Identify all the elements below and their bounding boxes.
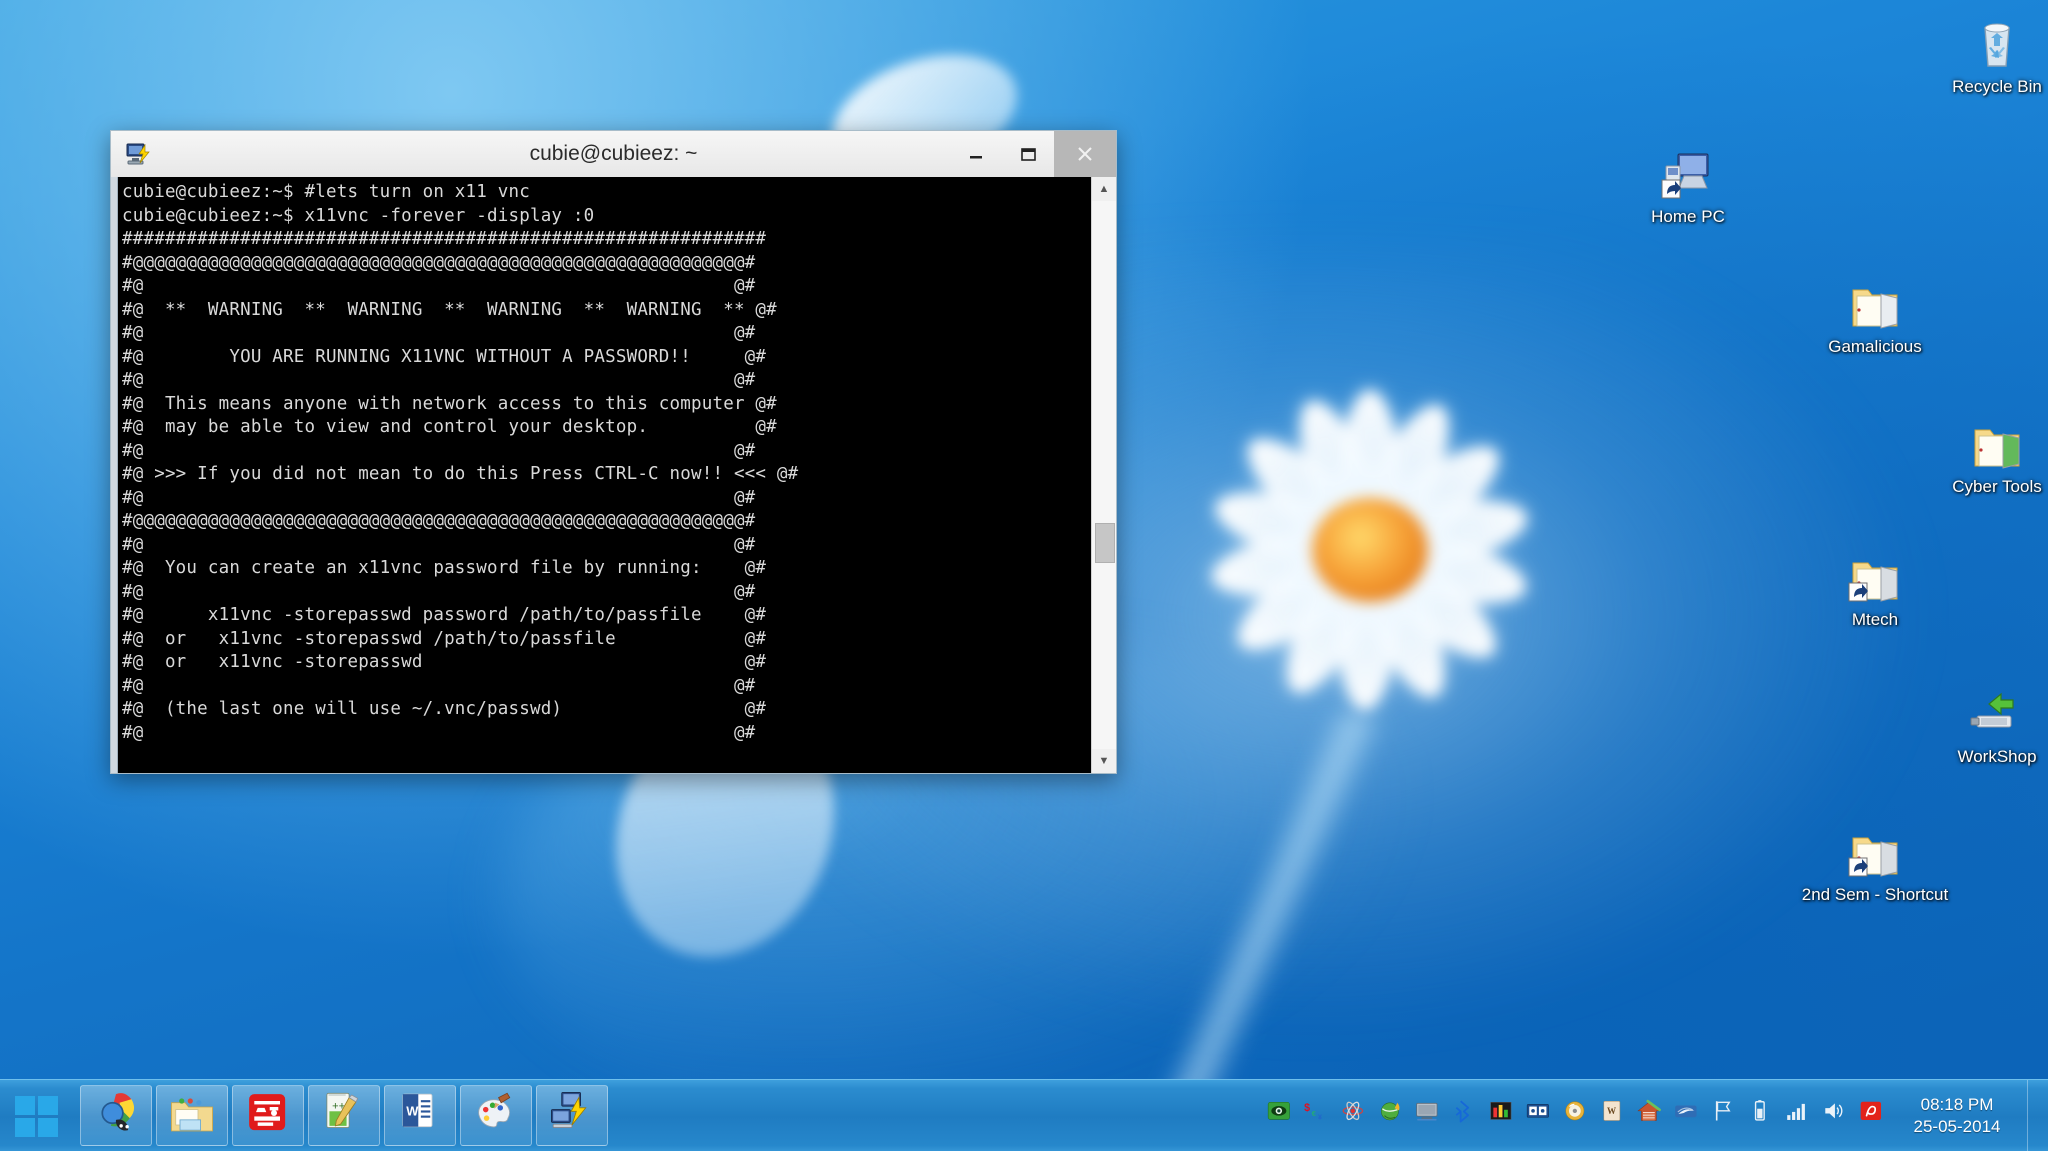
tray-icon-bluetooth[interactable] (1447, 1080, 1484, 1151)
desktop-icon-gamalicious[interactable]: Gamalicious (1800, 270, 1950, 356)
desktop-icon-label: 2nd Sem - Shortcut (1801, 885, 1949, 904)
system-tray: $ € ¥ W 08:18 PM 25-05-2014 (1262, 1080, 2048, 1151)
svg-text:$: $ (1304, 1102, 1310, 1114)
notepad-plus-plus-icon: ++ (320, 1089, 368, 1142)
taskbar[interactable]: ++ W $ € ¥ W 08:18 PM 25-05-2014 (0, 1079, 2048, 1151)
taskbar-item-paint[interactable] (460, 1085, 532, 1146)
tray-icon-mouse[interactable] (1669, 1080, 1706, 1151)
desktop-icon-mtech[interactable]: Mtech (1800, 543, 1950, 629)
terminal-window[interactable]: cubie@cubieez: ~ cubie@cubieez:~$ #lets … (110, 130, 1117, 774)
taskbar-item-word[interactable]: W (384, 1085, 456, 1146)
taskbar-clock[interactable]: 08:18 PM 25-05-2014 (1891, 1094, 2027, 1138)
taskbar-item-winrar[interactable] (232, 1085, 304, 1146)
terminal-titlebar[interactable]: cubie@cubieez: ~ (111, 131, 1116, 178)
show-desktop-button[interactable] (2027, 1080, 2042, 1151)
file-explorer-icon (168, 1089, 216, 1142)
tray-icon-eye[interactable] (1262, 1080, 1299, 1151)
tray-icon-house[interactable] (1632, 1080, 1669, 1151)
bluetooth-icon (1451, 1098, 1481, 1133)
volume-icon (1821, 1098, 1851, 1133)
folder-open-icon (1800, 270, 1950, 332)
avira-antivirus-icon (1858, 1098, 1888, 1133)
desktop-icon-label: Home PC (1651, 207, 1725, 226)
window-controls (950, 131, 1116, 177)
currency-icon: $ € ¥ (1303, 1098, 1333, 1133)
desktop-icon-label: Gamalicious (1828, 337, 1922, 356)
terminal-body[interactable]: cubie@cubieez:~$ #lets turn on x11 vnc c… (111, 177, 1116, 773)
desktop-icon-cyber-tools[interactable]: Cyber Tools (1922, 410, 2048, 496)
svg-text:€: € (1311, 1109, 1316, 1118)
desktop-icon-home-pc[interactable]: Home PC (1613, 140, 1763, 226)
svg-text:¥: ¥ (1318, 1114, 1322, 1121)
atom-icon (1340, 1098, 1370, 1133)
ms-word-icon: W (396, 1089, 444, 1142)
tray-icon-chart[interactable] (1484, 1080, 1521, 1151)
terminal-output[interactable]: cubie@cubieez:~$ #lets turn on x11 vnc c… (118, 177, 1091, 773)
start-button[interactable] (0, 1080, 74, 1151)
tray-icon-signal[interactable] (1780, 1080, 1817, 1151)
desktop-icon-label: Mtech (1851, 610, 1899, 629)
desktop-icon-workshop[interactable]: WorkShop (1922, 680, 2048, 766)
tray-icon-battery[interactable] (1743, 1080, 1780, 1151)
green-eye-icon (1266, 1098, 1296, 1133)
usb-drive-icon (1922, 680, 2048, 742)
mouse-icon (1673, 1098, 1703, 1133)
vnc-viewer-icon (548, 1089, 596, 1142)
tray-icon-disc[interactable] (1558, 1080, 1595, 1151)
taskbar-pinned-items: ++ W (74, 1080, 608, 1151)
disc-icon (1562, 1098, 1592, 1133)
desktop-icon-2nd-sem-shortcut[interactable]: 2nd Sem - Shortcut (1800, 818, 1950, 904)
maximize-button[interactable] (1002, 131, 1054, 177)
tray-icon-card[interactable] (1521, 1080, 1558, 1151)
tray-icon-word[interactable]: W (1595, 1080, 1632, 1151)
monitor-icon (1414, 1098, 1444, 1133)
scrollbar-thumb[interactable] (1095, 523, 1115, 563)
scrollbar-track[interactable] (1092, 201, 1116, 749)
desktop-icon-label: WorkShop (1957, 747, 2037, 766)
taskbar-item-chrome[interactable] (80, 1085, 152, 1146)
tray-icon-globe[interactable] (1373, 1080, 1410, 1151)
battery-icon (1747, 1098, 1777, 1133)
folder-green-icon (1922, 410, 2048, 472)
tray-icon-volume[interactable] (1817, 1080, 1854, 1151)
house-icon (1636, 1098, 1666, 1133)
taskbar-item-vnc[interactable] (536, 1085, 608, 1146)
desktop-icon-label: Cyber Tools (1952, 477, 2042, 496)
ms-paint-icon (472, 1089, 520, 1142)
taskbar-item-notepadpp[interactable]: ++ (308, 1085, 380, 1146)
tray-icon-currency[interactable]: $ € ¥ (1299, 1080, 1336, 1151)
recycle-bin-icon (1922, 10, 2048, 72)
daisy-flower (1150, 330, 1590, 770)
tray-icon-monitor[interactable] (1410, 1080, 1447, 1151)
clock-time: 08:18 PM (1920, 1094, 1994, 1114)
action-center-flag-icon (1710, 1098, 1740, 1133)
winrar-icon (244, 1089, 292, 1142)
bar-chart-icon (1488, 1098, 1518, 1133)
folder-shortcut-icon (1800, 543, 1950, 605)
tray-icon-avira[interactable] (1854, 1080, 1891, 1151)
taskbar-item-explorer[interactable] (156, 1085, 228, 1146)
desktop-icon-recycle-bin[interactable]: Recycle Bin (1922, 10, 2048, 96)
clock-date: 25-05-2014 (1913, 1116, 2001, 1136)
tray-icon-list: $ € ¥ W (1262, 1080, 1891, 1151)
folder-shortcut-icon (1800, 818, 1950, 880)
scroll-up-arrow[interactable]: ▲ (1092, 177, 1116, 201)
green-globe-icon (1377, 1098, 1407, 1133)
chrome-ninja-icon (92, 1089, 140, 1142)
signal-bars-icon (1784, 1098, 1814, 1133)
svg-text:W: W (1607, 1106, 1616, 1116)
word-doc-icon: W (1599, 1098, 1629, 1133)
computer-shortcut-icon (1613, 140, 1763, 202)
terminal-left-edge (111, 177, 118, 773)
minimize-button[interactable] (950, 131, 1002, 177)
close-button[interactable] (1054, 131, 1116, 177)
desktop-icon-label: Recycle Bin (1952, 77, 2042, 96)
terminal-scrollbar[interactable]: ▲ ▼ (1091, 177, 1116, 773)
scroll-down-arrow[interactable]: ▼ (1092, 749, 1116, 773)
tray-icon-atom[interactable] (1336, 1080, 1373, 1151)
svg-text:W: W (406, 1104, 419, 1119)
id-card-icon (1525, 1098, 1555, 1133)
tray-icon-flag[interactable] (1706, 1080, 1743, 1151)
